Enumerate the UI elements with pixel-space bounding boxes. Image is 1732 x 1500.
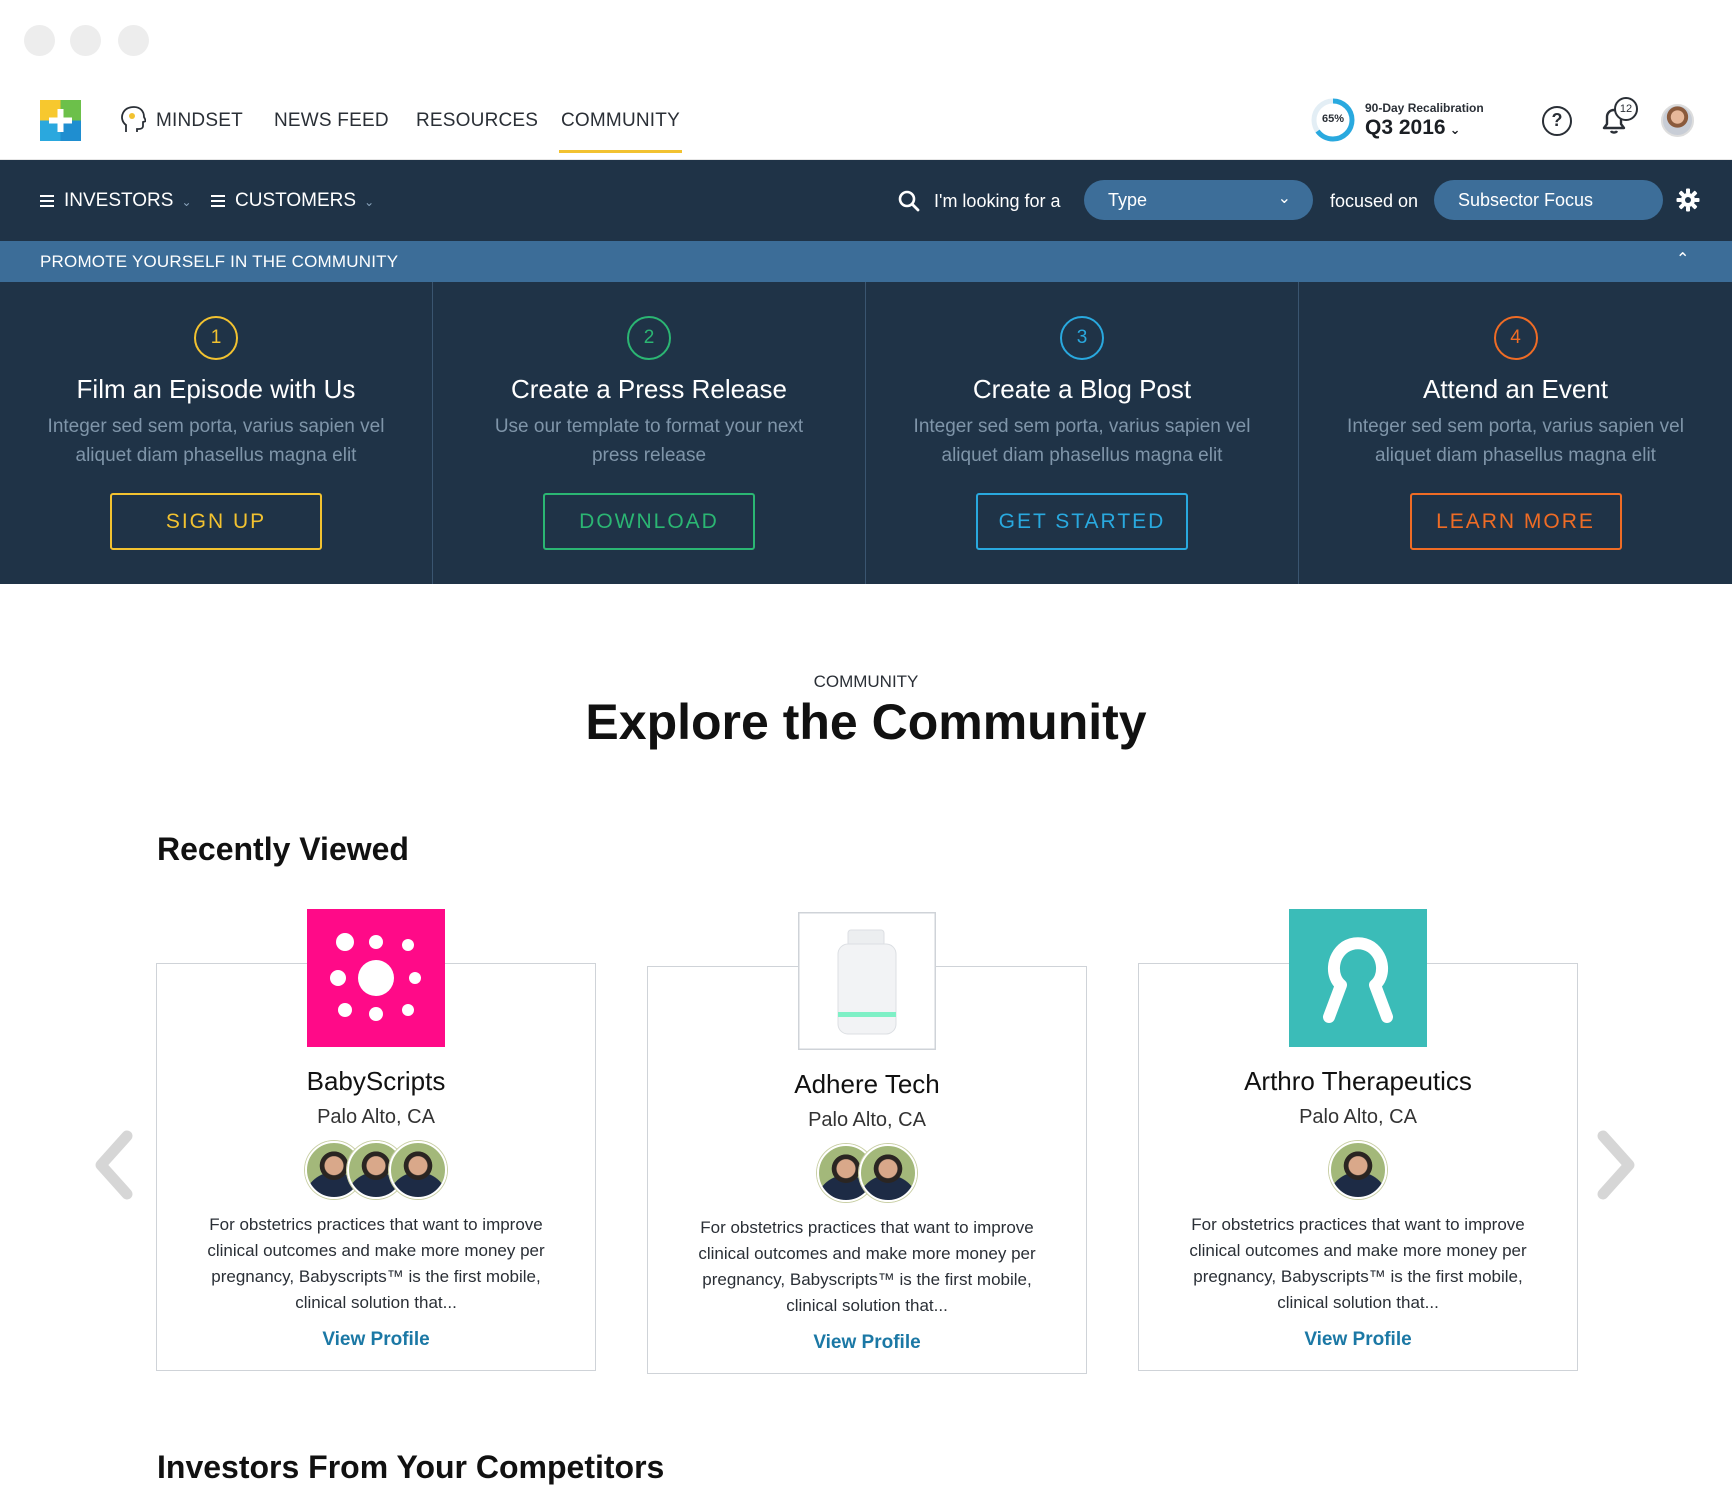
step-film-episode: 1 Film an Episode with Us Integer sed se…: [0, 282, 433, 584]
company-description: For obstetrics practices that want to im…: [207, 1215, 545, 1312]
investors-menu[interactable]: INVESTORS ⌄: [40, 190, 192, 212]
chevron-down-icon: ⌄: [364, 195, 375, 209]
window-close-dot[interactable]: [24, 25, 55, 56]
window-chrome: [0, 0, 1732, 80]
company-description: For obstetrics practices that want to im…: [1189, 1215, 1527, 1312]
user-avatar[interactable]: [1661, 104, 1694, 137]
customers-menu[interactable]: CUSTOMERS ⌄: [211, 190, 374, 212]
step-number-badge: 4: [1493, 316, 1538, 360]
recalibration-label: 90-Day Recalibration: [1365, 101, 1484, 115]
step-press-release: 2 Create a Press Release Use our templat…: [433, 282, 866, 584]
avatar[interactable]: [1329, 1141, 1387, 1199]
chevron-up-icon[interactable]: ⌃: [1676, 249, 1689, 269]
recently-viewed-title: Recently Viewed: [157, 831, 409, 867]
step-description: Integer sed sem porta, varius sapien vel…: [47, 416, 385, 466]
view-profile-link[interactable]: View Profile: [648, 1332, 1086, 1354]
looking-for-label: I'm looking for a: [934, 191, 1061, 211]
arthro-therapeutics-logo[interactable]: [1289, 909, 1427, 1047]
step-description: Integer sed sem porta, varius sapien vel…: [1347, 416, 1684, 466]
page-title: Explore the Community: [585, 694, 1147, 750]
step-title: Create a Blog Post: [972, 374, 1192, 404]
notification-count-badge: 12: [1614, 97, 1638, 121]
team-avatars: [1139, 1141, 1577, 1199]
type-select-value: Type: [1108, 190, 1148, 210]
help-icon[interactable]: ?: [1542, 106, 1572, 136]
avatar[interactable]: [859, 1144, 917, 1202]
view-profile-link[interactable]: View Profile: [157, 1329, 595, 1351]
adhere-tech-logo[interactable]: [798, 912, 936, 1050]
avatar[interactable]: [389, 1141, 447, 1199]
focused-on-label: focused on: [1330, 191, 1419, 211]
nav-item-resources[interactable]: RESOURCES: [416, 110, 538, 132]
recalibration-period-select[interactable]: Q3 2016 ⌄: [1365, 116, 1460, 140]
hamburger-icon: [211, 195, 225, 207]
carousel-next-arrow-icon[interactable]: [1597, 1130, 1637, 1200]
step-title: Create a Press Release: [510, 374, 788, 404]
nav-item-community[interactable]: COMMUNITY: [559, 110, 682, 153]
get-started-button[interactable]: GET STARTED: [976, 493, 1188, 550]
step-title: Film an Episode with Us: [76, 374, 356, 404]
chevron-down-icon: ⌄: [181, 195, 192, 209]
step-number-badge: 2: [627, 316, 671, 360]
competitors-investors-title: Investors From Your Competitors: [157, 1449, 665, 1485]
mindset-head-icon: [121, 106, 146, 132]
company-name: Arthro Therapeutics: [1244, 1066, 1472, 1096]
company-location: Palo Alto, CA: [1299, 1106, 1417, 1128]
team-avatars: [648, 1144, 1086, 1202]
step-title: Attend an Event: [1422, 374, 1609, 404]
window-maximize-dot[interactable]: [118, 25, 149, 56]
company-location: Palo Alto, CA: [317, 1106, 435, 1128]
hamburger-icon: [40, 195, 54, 207]
step-attend-event: 4 Attend an Event Integer sed sem porta,…: [1299, 282, 1732, 584]
learn-more-button[interactable]: LEARN MORE: [1409, 493, 1622, 550]
step-description: Integer sed sem porta, varius sapien vel…: [913, 416, 1251, 466]
window-minimize-dot[interactable]: [70, 25, 101, 56]
type-select[interactable]: Type ⌄: [1084, 180, 1313, 220]
team-avatars: [157, 1141, 595, 1199]
step-description: Use our template to format your next pre…: [494, 416, 804, 466]
promote-banner[interactable]: PROMOTE YOURSELF IN THE COMMUNITY ⌃: [0, 241, 1732, 282]
company-name: Adhere Tech: [794, 1069, 940, 1099]
babyscripts-logo[interactable]: [307, 909, 445, 1047]
subsector-focus-value: Subsector Focus: [1458, 190, 1594, 210]
promote-banner-label: PROMOTE YOURSELF IN THE COMMUNITY: [40, 252, 399, 271]
nav-item-news-feed[interactable]: NEWS FEED: [274, 110, 389, 132]
top-navigation: MINDSET NEWS FEED RESOURCES COMMUNITY 65…: [0, 80, 1732, 160]
subsector-focus-select[interactable]: Subsector Focus: [1434, 180, 1663, 220]
customers-menu-label: CUSTOMERS: [235, 190, 357, 211]
app-logo[interactable]: [40, 100, 81, 141]
section-eyebrow: COMMUNITY: [813, 672, 919, 691]
step-number-badge: 1: [194, 316, 238, 360]
chevron-down-icon: ⌄: [1277, 190, 1291, 207]
company-description: For obstetrics practices that want to im…: [698, 1218, 1036, 1315]
company-location: Palo Alto, CA: [808, 1109, 926, 1131]
search-icon[interactable]: [898, 190, 920, 212]
company-name: BabyScripts: [306, 1066, 446, 1096]
sign-up-button[interactable]: SIGN UP: [110, 493, 322, 550]
step-blog-post: 3 Create a Blog Post Integer sed sem por…: [866, 282, 1299, 584]
recalibration-period-value: Q3 2016: [1365, 116, 1446, 139]
promote-steps: 1 Film an Episode with Us Integer sed se…: [0, 282, 1732, 584]
view-profile-link[interactable]: View Profile: [1139, 1329, 1577, 1351]
investors-menu-label: INVESTORS: [64, 190, 174, 211]
filter-bar: INVESTORS ⌄ CUSTOMERS ⌄ I'm looking for a …: [0, 160, 1732, 241]
chevron-down-icon: ⌄: [1449, 122, 1461, 137]
gear-icon[interactable]: [1676, 188, 1700, 212]
download-button[interactable]: DOWNLOAD: [543, 493, 755, 550]
recalibration-percent: 65%: [1321, 113, 1345, 125]
carousel-prev-arrow-icon[interactable]: [93, 1130, 133, 1200]
step-number-badge: 3: [1060, 316, 1104, 360]
nav-item-mindset[interactable]: MINDSET: [156, 110, 243, 132]
